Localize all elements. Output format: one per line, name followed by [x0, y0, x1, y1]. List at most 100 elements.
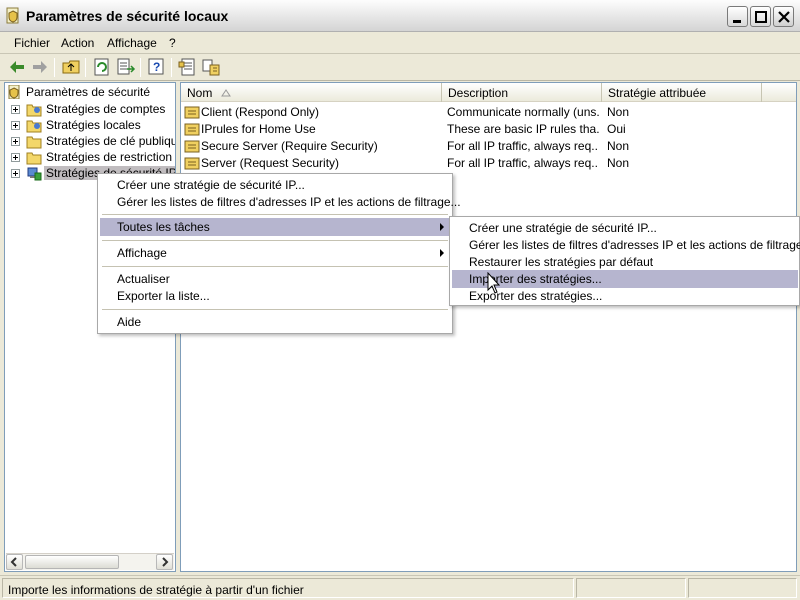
- tree-item-label: Stratégies de comptes: [46, 102, 166, 116]
- tree-item-label: Stratégies de restriction logicielle: [46, 150, 175, 164]
- close-button[interactable]: [773, 6, 794, 27]
- policy-assigned: Oui: [607, 122, 626, 136]
- list-item[interactable]: IPrules for Home Use These are basic IP …: [181, 121, 796, 138]
- forward-arrow-icon[interactable]: [30, 57, 50, 77]
- column-label: Description: [448, 86, 509, 100]
- column-label: Nom: [187, 86, 213, 100]
- chevron-right-icon: [162, 557, 169, 567]
- menu-separator: [102, 309, 448, 310]
- list-item[interactable]: Client (Respond Only) Communicate normal…: [181, 104, 796, 121]
- policy-description: For all IP traffic, always req...: [447, 156, 599, 170]
- ip-policy-icon[interactable]: [201, 57, 221, 77]
- chevron-left-icon: [10, 557, 17, 567]
- mouse-cursor-icon: [487, 272, 501, 294]
- menu-item-help[interactable]: Aide: [100, 313, 450, 331]
- menu-item-label: Exporter la liste...: [117, 289, 210, 303]
- back-arrow-icon[interactable]: [7, 57, 27, 77]
- window-title: Paramètres de sécurité locaux: [26, 8, 229, 24]
- menu-item-export-list[interactable]: Exporter la liste...: [100, 287, 450, 305]
- properties-icon[interactable]: [178, 57, 198, 77]
- folder-icon: [26, 136, 42, 149]
- policy-name: Server (Request Security): [201, 156, 340, 170]
- folder-icon: [26, 152, 42, 165]
- column-header-nom[interactable]: Nom: [181, 83, 442, 102]
- policy-assigned: Non: [607, 139, 630, 153]
- expand-icon[interactable]: [11, 137, 20, 146]
- menu-item-label: Créer une stratégie de sécurité IP...: [117, 178, 305, 192]
- list-item[interactable]: Server (Request Security) For all IP tra…: [181, 155, 796, 172]
- menu-item-label: Aide: [117, 315, 142, 329]
- policy-icon: [184, 157, 200, 170]
- menu-item-label: Restaurer les stratégies par défaut: [469, 255, 654, 269]
- policy-description: These are basic IP rules tha...: [447, 122, 599, 136]
- status-panel-main: Importe les informations de stratégie à …: [2, 578, 574, 598]
- folder-icon: [26, 120, 42, 133]
- minimize-icon: [733, 20, 741, 23]
- policy-name: IPrules for Home Use: [201, 122, 316, 136]
- export-list-icon[interactable]: [116, 57, 136, 77]
- column-header-description[interactable]: Description: [442, 83, 602, 102]
- toolbar: ?: [0, 54, 800, 81]
- scroll-left-button[interactable]: [6, 554, 23, 570]
- policy-icon: [184, 140, 200, 153]
- policy-name: Secure Server (Require Security): [201, 139, 378, 153]
- menu-item-manage-filter-lists[interactable]: Gérer les listes de filtres d'adresses I…: [100, 193, 461, 211]
- tree-item-label: Stratégies locales: [46, 118, 141, 132]
- tree-item-stratégies-de-comptes[interactable]: Stratégies de comptes: [11, 102, 175, 118]
- scrollbar-thumb[interactable]: [25, 555, 119, 569]
- status-panel-2: [576, 578, 686, 598]
- tree-item-stratégies-locales[interactable]: Stratégies locales: [11, 118, 175, 134]
- list-item[interactable]: Secure Server (Require Security) For all…: [181, 138, 796, 155]
- title-bar: Paramètres de sécurité locaux: [0, 0, 800, 32]
- column-header-strategie-attribuee[interactable]: Stratégie attribuée: [602, 83, 762, 102]
- tree-item-label: Stratégies de clé publique: [46, 134, 176, 148]
- column-label: Stratégie attribuée: [608, 86, 707, 100]
- maximize-button[interactable]: [750, 6, 771, 27]
- submenu-item-create-ip-policy[interactable]: Créer une stratégie de sécurité IP...: [452, 219, 798, 237]
- list-header: Nom Description Stratégie attribuée: [181, 83, 796, 102]
- submenu-item-restore-defaults[interactable]: Restaurer les stratégies par défaut: [452, 253, 798, 271]
- scroll-right-button[interactable]: [156, 554, 173, 570]
- menu-item-label: Actualiser: [117, 272, 170, 286]
- maximize-icon: [755, 11, 767, 23]
- security-settings-icon: [8, 85, 20, 99]
- sort-ascending-icon: [221, 89, 231, 97]
- up-folder-icon[interactable]: [61, 57, 81, 77]
- menu-item-refresh[interactable]: Actualiser: [100, 270, 450, 288]
- context-menu: Créer une stratégie de sécurité IP... Gé…: [97, 173, 461, 334]
- policy-icon: [184, 123, 200, 136]
- menu-separator: [102, 214, 448, 215]
- menu-item-view[interactable]: Affichage: [100, 244, 450, 262]
- menu-separator: [102, 240, 448, 241]
- horizontal-scrollbar[interactable]: [6, 553, 174, 570]
- policy-icon: [184, 106, 200, 119]
- menu-action[interactable]: Action: [61, 36, 94, 50]
- minimize-button[interactable]: [727, 6, 748, 27]
- menu-item-label: Toutes les tâches: [117, 220, 210, 234]
- submenu-item-import-policies[interactable]: Importer des stratégies...: [452, 270, 798, 288]
- expand-icon[interactable]: [11, 121, 20, 130]
- expand-icon[interactable]: [11, 105, 20, 114]
- tree-item-clé-publique[interactable]: Stratégies de clé publique: [11, 134, 176, 150]
- expand-icon[interactable]: [11, 153, 20, 162]
- menu-item-all-tasks[interactable]: Toutes les tâches: [100, 218, 450, 236]
- menu-item-create-ip-policy[interactable]: Créer une stratégie de sécurité IP...: [100, 176, 450, 194]
- refresh-icon[interactable]: [92, 57, 112, 77]
- submenu-item-export-policies[interactable]: Exporter des stratégies...: [452, 287, 798, 305]
- menu-fichier[interactable]: Fichier: [14, 36, 50, 50]
- policy-description: Communicate normally (uns...: [447, 105, 599, 119]
- status-panel-3: [688, 578, 797, 598]
- submenu-item-manage-filter-lists[interactable]: Gérer les listes de filtres d'adresses I…: [452, 236, 800, 254]
- submenu-all-tasks: Créer une stratégie de sécurité IP... Gé…: [449, 216, 800, 306]
- tree-item-restriction-logicielle[interactable]: Stratégies de restriction logicielle: [11, 150, 175, 166]
- menu-item-label: Affichage: [117, 246, 167, 260]
- policy-assigned: Non: [607, 105, 630, 119]
- menu-help[interactable]: ?: [169, 36, 176, 50]
- status-bar: Importe les informations de stratégie à …: [0, 575, 800, 600]
- expand-icon[interactable]: [11, 169, 20, 178]
- menu-affichage[interactable]: Affichage: [107, 36, 157, 50]
- svg-text:?: ?: [153, 60, 160, 74]
- menu-item-label: Gérer les listes de filtres d'adresses I…: [117, 195, 461, 209]
- help-icon[interactable]: ?: [147, 57, 167, 77]
- policy-assigned: Non: [607, 156, 630, 170]
